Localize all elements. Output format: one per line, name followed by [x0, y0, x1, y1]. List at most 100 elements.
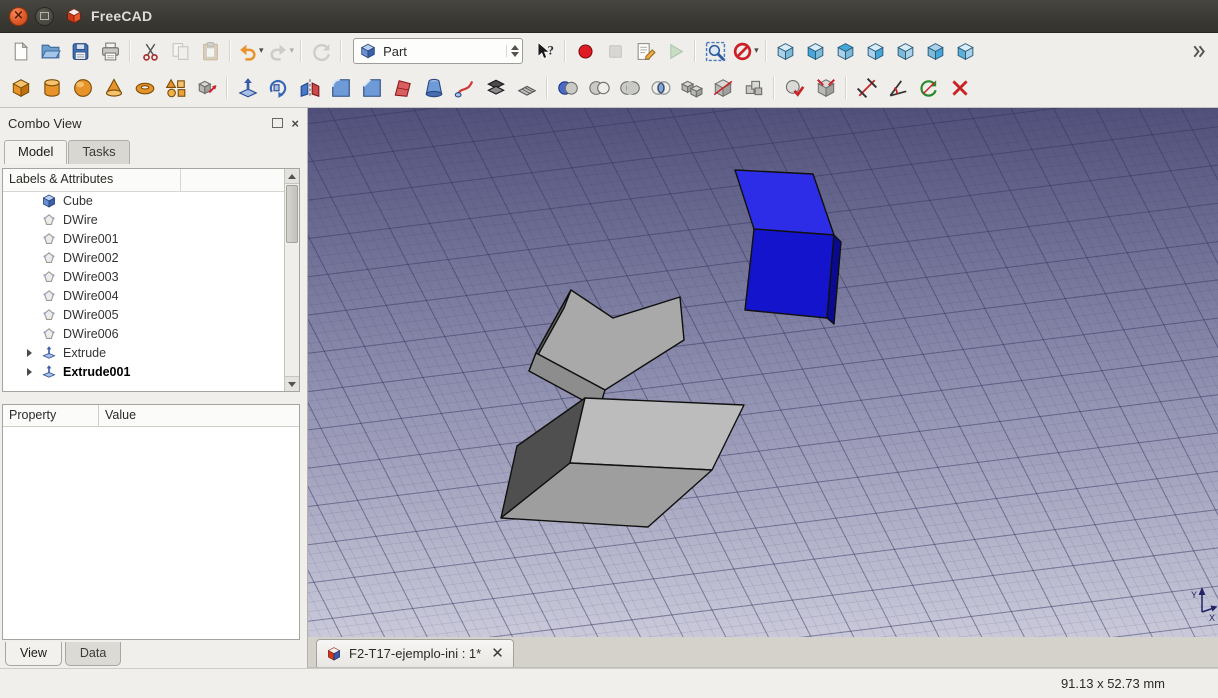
window-unmaximize-button[interactable]: [35, 7, 54, 26]
refresh-button[interactable]: [306, 37, 336, 65]
new-document-button[interactable]: [5, 37, 35, 65]
measure-linear-icon: [856, 77, 878, 99]
part-chamfer-button[interactable]: [356, 72, 387, 104]
part-boolean-button[interactable]: [552, 72, 583, 104]
part-sweep-button[interactable]: [449, 72, 480, 104]
tree-item-cube[interactable]: Cube: [3, 191, 285, 210]
panel-close-button[interactable]: ×: [291, 117, 299, 130]
part-revolve-button[interactable]: [263, 72, 294, 104]
combo-view-panel: Combo View × ModelTasks Labels & Attribu…: [0, 108, 308, 668]
tab-data[interactable]: Data: [65, 642, 121, 666]
part-cylinder-button[interactable]: [36, 72, 67, 104]
save-document-button[interactable]: [65, 37, 95, 65]
part-extrude-button[interactable]: [232, 72, 263, 104]
toolbar-overflow-button[interactable]: [1183, 37, 1213, 65]
dwire-icon: [41, 269, 59, 285]
part-mirror-button[interactable]: [294, 72, 325, 104]
part-union-button[interactable]: [614, 72, 645, 104]
view-top-button[interactable]: [831, 37, 861, 65]
macro-edit-button[interactable]: [630, 37, 660, 65]
scroll-up-button[interactable]: [285, 169, 299, 184]
open-document-button[interactable]: [35, 37, 65, 65]
part-ruled-surface-button[interactable]: [387, 72, 418, 104]
dwire-icon: [41, 307, 59, 323]
part-loft-button[interactable]: [418, 72, 449, 104]
tree-item-dwire001[interactable]: DWire001: [3, 229, 285, 248]
workbench-selector[interactable]: Part: [353, 38, 523, 64]
zoom-fit-all-button[interactable]: [700, 37, 730, 65]
part-join-connect-button[interactable]: [676, 72, 707, 104]
view-front-button[interactable]: [801, 37, 831, 65]
tree-scrollbar[interactable]: [284, 169, 299, 391]
tree-item-dwire003[interactable]: DWire003: [3, 267, 285, 286]
tree-item-dwire002[interactable]: DWire002: [3, 248, 285, 267]
part-section-button[interactable]: [480, 72, 511, 104]
part-torus-button[interactable]: [129, 72, 160, 104]
tab-view[interactable]: View: [5, 642, 62, 666]
paste-button[interactable]: [195, 37, 225, 65]
part-intersection-button[interactable]: [645, 72, 676, 104]
macro-record-button[interactable]: [570, 37, 600, 65]
redo-button[interactable]: ▾: [266, 37, 297, 65]
part-shape-builder-button[interactable]: [191, 72, 222, 104]
stop-icon: [605, 41, 626, 62]
spinner-arrows-icon[interactable]: [506, 45, 519, 57]
toolbar-separator: [564, 40, 566, 62]
cut-button[interactable]: [135, 37, 165, 65]
tree-item-dwire004[interactable]: DWire004: [3, 286, 285, 305]
scroll-down-button[interactable]: [285, 376, 299, 391]
part-connect-icon: [681, 77, 703, 99]
part-extrude-icon: [237, 77, 259, 99]
3d-viewport[interactable]: Y X: [308, 108, 1218, 637]
document-tab-close-button[interactable]: ✕: [491, 646, 504, 661]
viewport-canvas[interactable]: Y X: [308, 108, 1218, 637]
tree-item-extrude001[interactable]: Extrude001: [3, 362, 285, 381]
measure-refresh-icon: [918, 77, 940, 99]
macro-stop-button[interactable]: [600, 37, 630, 65]
part-cut-icon: [588, 77, 610, 99]
part-primitives-button[interactable]: [160, 72, 191, 104]
document-tab[interactable]: F2-T17-ejemplo-ini : 1* ✕: [316, 639, 514, 667]
copy-button[interactable]: [165, 37, 195, 65]
part-revolve-icon: [268, 77, 290, 99]
part-cut-button[interactable]: [583, 72, 614, 104]
part-split-button[interactable]: [707, 72, 738, 104]
part-defeaturing-button[interactable]: [810, 72, 841, 104]
tab-tasks[interactable]: Tasks: [68, 140, 129, 164]
view-bottom-button[interactable]: [921, 37, 951, 65]
view-left-button[interactable]: [951, 37, 981, 65]
window-close-button[interactable]: ×: [9, 7, 28, 26]
tree-item-dwire005[interactable]: DWire005: [3, 305, 285, 324]
measure-clear-all-button[interactable]: [944, 72, 975, 104]
part-compound-button[interactable]: [738, 72, 769, 104]
dropdown-arrow-icon: ▾: [754, 46, 759, 56]
expander-icon[interactable]: [27, 349, 41, 357]
tree-item-dwire006[interactable]: DWire006: [3, 324, 285, 343]
macro-play-button[interactable]: [660, 37, 690, 65]
panel-float-button[interactable]: [272, 118, 283, 128]
print-document-button[interactable]: [95, 37, 125, 65]
folder-open-icon: [40, 41, 61, 62]
part-check-geometry-button[interactable]: [779, 72, 810, 104]
part-fillet-button[interactable]: [325, 72, 356, 104]
tree-item-extrude[interactable]: Extrude: [3, 343, 285, 362]
part-cross-sections-button[interactable]: [511, 72, 542, 104]
whats-this-button[interactable]: ?: [530, 37, 560, 65]
close-icon: ×: [13, 9, 24, 22]
measure-refresh-button[interactable]: [913, 72, 944, 104]
tree-item-dwire[interactable]: DWire: [3, 210, 285, 229]
measure-linear-button[interactable]: [851, 72, 882, 104]
part-sphere-button[interactable]: [67, 72, 98, 104]
view-axonometric-button[interactable]: [771, 37, 801, 65]
tab-model[interactable]: Model: [4, 140, 67, 164]
workbench-part-icon: [359, 42, 377, 60]
draw-style-button[interactable]: ▾: [730, 37, 761, 65]
measure-angular-button[interactable]: [882, 72, 913, 104]
expander-icon[interactable]: [27, 368, 41, 376]
scrollbar-thumb[interactable]: [286, 185, 298, 243]
view-right-button[interactable]: [861, 37, 891, 65]
undo-button[interactable]: ▾: [235, 37, 266, 65]
part-cone-button[interactable]: [98, 72, 129, 104]
part-box-button[interactable]: [5, 72, 36, 104]
view-rear-button[interactable]: [891, 37, 921, 65]
